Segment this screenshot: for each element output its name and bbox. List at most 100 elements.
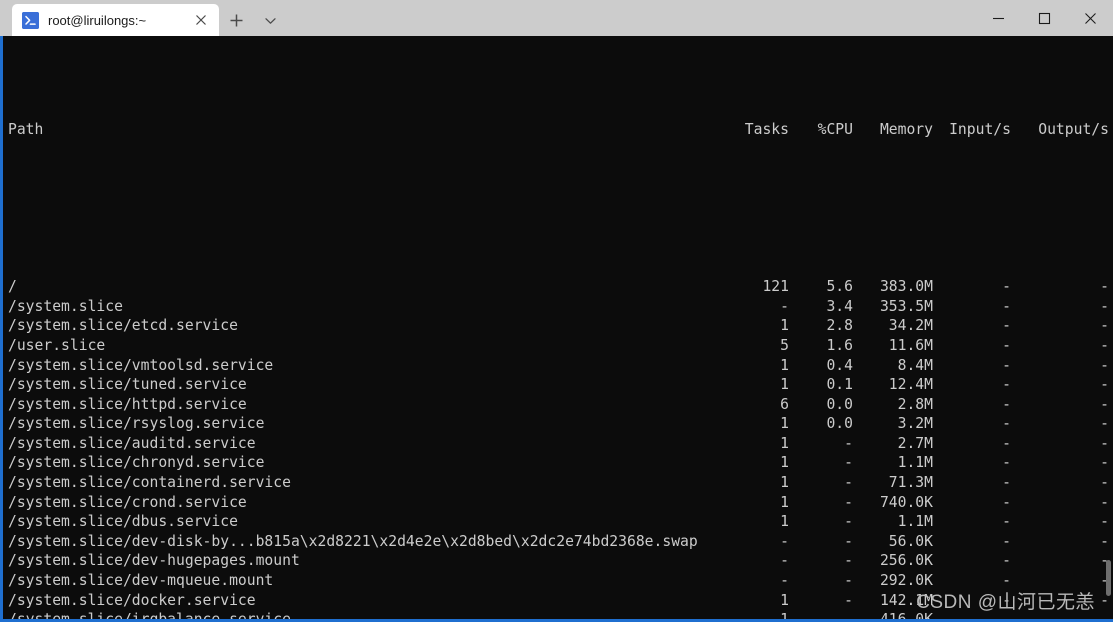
watermark-text: CSDN @山河已无恙 bbox=[916, 592, 1095, 613]
cell-output: - bbox=[1100, 454, 1109, 472]
table-row: /system.slice/dbus.service 1 - 1.1M - - bbox=[8, 512, 1113, 532]
cell-cpu: 0.4 bbox=[826, 356, 853, 374]
cell-memory: 3.2M bbox=[897, 415, 933, 433]
cell-memory: 12.4M bbox=[888, 376, 933, 394]
cell-input: - bbox=[1002, 513, 1011, 531]
cell-output: - bbox=[1100, 552, 1109, 570]
cell-tasks: - bbox=[780, 297, 789, 315]
cell-cpu: 0.1 bbox=[826, 376, 853, 394]
column-header-output: Output/s bbox=[1038, 121, 1109, 139]
cell-path: /system.slice/rsyslog.service bbox=[8, 415, 265, 433]
cell-cpu: 5.6 bbox=[826, 278, 853, 296]
table-row: /user.slice 5 1.6 11.6M - - bbox=[8, 336, 1113, 356]
table-row: /system.slice/dev-hugepages.mount - - 256.0… bbox=[8, 551, 1113, 571]
close-icon[interactable] bbox=[1067, 0, 1113, 36]
cell-path: /system.slice/chronyd.service bbox=[8, 454, 265, 472]
cell-input: - bbox=[1002, 395, 1011, 413]
cell-input: - bbox=[1002, 552, 1011, 570]
cell-cpu: - bbox=[844, 474, 853, 492]
cell-tasks: 1 bbox=[780, 591, 789, 609]
cell-path: /system.slice/containerd.service bbox=[8, 474, 291, 492]
title-bar: root@liruilongs:~ bbox=[0, 0, 1113, 36]
column-header-memory: Memory bbox=[879, 121, 933, 139]
maximize-icon[interactable] bbox=[1021, 0, 1067, 36]
cell-cpu: - bbox=[844, 454, 853, 472]
cell-input: - bbox=[1002, 474, 1011, 492]
cell-input: - bbox=[1002, 336, 1011, 354]
cell-input: - bbox=[1002, 415, 1011, 433]
cell-input: - bbox=[1002, 356, 1011, 374]
cell-memory: 2.8M bbox=[897, 395, 933, 413]
cell-path: /system.slice/auditd.service bbox=[8, 434, 256, 452]
terminal-pane[interactable]: Path Tasks %CPU Memory Input/s Output/s … bbox=[0, 36, 1113, 622]
cell-path: /system.slice bbox=[8, 297, 123, 315]
cell-tasks: - bbox=[780, 552, 789, 570]
table-row: /system.slice/containerd.service 1 - 71.3M -… bbox=[8, 473, 1113, 493]
cell-input: - bbox=[1002, 454, 1011, 472]
cell-memory: 8.4M bbox=[897, 356, 933, 374]
cell-path: /system.slice/crond.service bbox=[8, 493, 247, 511]
cell-output: - bbox=[1100, 278, 1109, 296]
cell-memory: 1.1M bbox=[897, 513, 933, 531]
cell-output: - bbox=[1100, 474, 1109, 492]
cell-output: - bbox=[1100, 336, 1109, 354]
spacer-row bbox=[8, 199, 1113, 219]
cell-path: /system.slice/docker.service bbox=[8, 591, 256, 609]
column-header-path: Path bbox=[8, 121, 44, 139]
table-row: /system.slice/tuned.service 1 0.1 12.4M - - bbox=[8, 375, 1113, 395]
chevron-down-icon[interactable] bbox=[253, 4, 287, 36]
table-row: /system.slice/crond.service 1 - 740.0K - - bbox=[8, 493, 1113, 513]
cell-output: - bbox=[1100, 395, 1109, 413]
table-row: /system.slice - 3.4 353.5M - - bbox=[8, 297, 1113, 317]
cell-tasks: 1 bbox=[780, 317, 789, 335]
cell-memory: 353.5M bbox=[879, 297, 933, 315]
cell-tasks: 1 bbox=[780, 454, 789, 472]
cell-input: - bbox=[1002, 493, 1011, 511]
cell-cpu: 3.4 bbox=[826, 297, 853, 315]
cell-tasks: 6 bbox=[780, 395, 789, 413]
terminal-prompt-icon bbox=[22, 11, 39, 29]
cell-cpu: - bbox=[844, 532, 853, 550]
column-header-tasks: Tasks bbox=[744, 121, 789, 139]
cell-cpu: 2.8 bbox=[826, 317, 853, 335]
cell-memory: 740.0K bbox=[879, 493, 933, 511]
cell-cpu: 1.6 bbox=[826, 336, 853, 354]
cell-path: /system.slice/etcd.service bbox=[8, 317, 238, 335]
cell-tasks: 1 bbox=[780, 356, 789, 374]
cell-output: - bbox=[1100, 317, 1109, 335]
table-row: /system.slice/vmtoolsd.service 1 0.4 8.4M - - bbox=[8, 356, 1113, 376]
tab-close-icon[interactable] bbox=[189, 8, 213, 32]
terminal-screen: Path Tasks %CPU Memory Input/s Output/s … bbox=[3, 36, 1113, 622]
cell-cpu: - bbox=[844, 591, 853, 609]
cell-memory: 256.0K bbox=[879, 552, 933, 570]
cell-tasks: - bbox=[780, 572, 789, 590]
tab-title: root@liruilongs:~ bbox=[48, 12, 147, 28]
table-header-row: Path Tasks %CPU Memory Input/s Output/s bbox=[8, 120, 1113, 140]
cell-input: - bbox=[1002, 532, 1011, 550]
cell-cpu: - bbox=[844, 493, 853, 511]
cell-tasks: 1 bbox=[780, 474, 789, 492]
cell-tasks: 1 bbox=[780, 434, 789, 452]
cell-cpu: - bbox=[844, 572, 853, 590]
cell-output: - bbox=[1100, 356, 1109, 374]
column-header-input: Input/s bbox=[949, 121, 1011, 139]
terminal-tab[interactable]: root@liruilongs:~ bbox=[12, 4, 219, 36]
new-tab-button[interactable] bbox=[219, 4, 253, 36]
table-row: / 121 5.6 383.0M - - bbox=[8, 277, 1113, 297]
cell-tasks: 121 bbox=[762, 278, 789, 296]
cell-tasks: 1 bbox=[780, 376, 789, 394]
cell-cpu: - bbox=[844, 434, 853, 452]
cell-input: - bbox=[1002, 297, 1011, 315]
cell-memory: 383.0M bbox=[879, 278, 933, 296]
cell-cpu: 0.0 bbox=[826, 415, 853, 433]
minimize-icon[interactable] bbox=[975, 0, 1021, 36]
cell-path: /system.slice/dbus.service bbox=[8, 513, 238, 531]
cell-tasks: 1 bbox=[780, 493, 789, 511]
window-controls bbox=[975, 0, 1113, 36]
table-row: /system.slice/chronyd.service 1 - 1.1M - - bbox=[8, 453, 1113, 473]
scrollbar-thumb[interactable] bbox=[1106, 560, 1111, 596]
cell-memory: 2.7M bbox=[897, 434, 933, 452]
cell-memory: 34.2M bbox=[888, 317, 933, 335]
cell-output: - bbox=[1100, 493, 1109, 511]
cell-input: - bbox=[1002, 376, 1011, 394]
